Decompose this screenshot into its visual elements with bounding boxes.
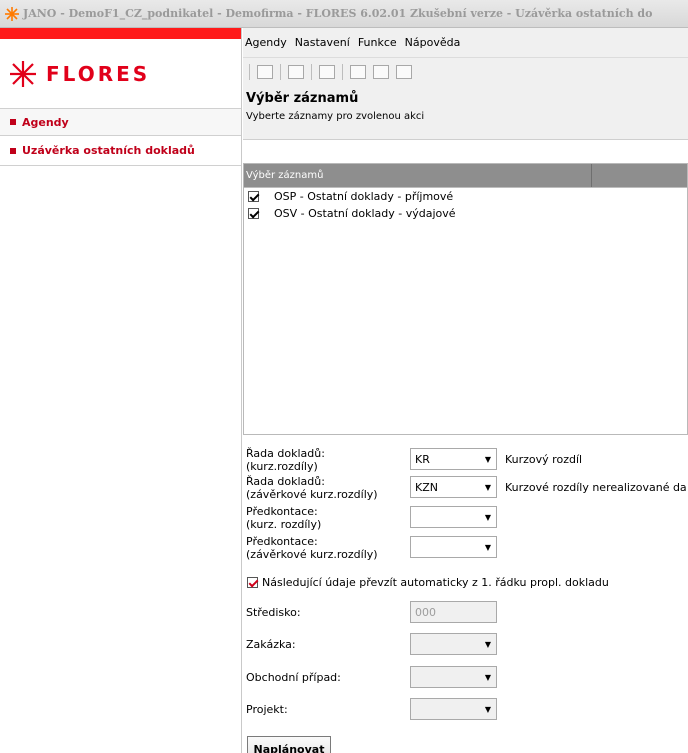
list-item[interactable]: OSV - Ostatní doklady - výdajové — [244, 205, 687, 222]
page-header: Výběr záznamů Vyberte záznamy pro zvolen… — [243, 86, 688, 140]
dropdown-arrow-icon[interactable]: ▼ — [480, 507, 496, 527]
label-line: Předkontace: — [246, 505, 318, 518]
label-line: Předkontace: — [246, 535, 318, 548]
logo: FLORES — [0, 39, 241, 109]
auto-fill-row[interactable]: Následující údaje převzít automaticky z … — [247, 576, 609, 589]
menu-agendy[interactable]: Agendy — [245, 36, 287, 49]
label-line: Řada dokladů: — [246, 447, 325, 460]
main-panel: Agendy Nastavení Funkce Nápověda Výběr z… — [243, 28, 688, 753]
close-icon[interactable] — [288, 65, 304, 79]
auto-fill-checkbox[interactable] — [247, 577, 258, 588]
predk-kurz-label: Předkontace: (kurz. rozdíly) — [246, 505, 321, 531]
dropdown-arrow-icon[interactable]: ▼ — [480, 699, 496, 719]
list-icon[interactable] — [319, 65, 335, 79]
row-checkbox[interactable] — [248, 208, 259, 219]
rada-zav-label: Řada dokladů: (závěrkové kurz.rozdíly) — [246, 475, 378, 501]
combo-value: KZN — [415, 480, 438, 494]
toolbar-separator — [249, 64, 250, 80]
page-title: Výběr záznamů — [246, 91, 359, 106]
label-line: (kurz.rozdíly) — [246, 460, 318, 473]
list-item-label: OSV - Ostatní doklady - výdajové — [274, 207, 456, 220]
predk-kurz-select[interactable]: ▼ — [410, 506, 497, 528]
rada-kurz-select[interactable]: KR ▼ — [410, 448, 497, 470]
list-item-label: OSP - Ostatní doklady - příjmové — [274, 190, 454, 203]
stredisko-label: Středisko: — [246, 606, 301, 619]
obchodni-select[interactable]: ▼ — [410, 666, 497, 688]
label-line: Řada dokladů: — [246, 475, 325, 488]
rada-kurz-label: Řada dokladů: (kurz.rozdíly) — [246, 447, 325, 473]
dropdown-arrow-icon[interactable] — [480, 602, 496, 622]
predk-zav-select[interactable]: ▼ — [410, 536, 497, 558]
window-title: JANO - DemoF1_CZ_podnikatel - Demofirma … — [23, 7, 653, 20]
menu-funkce[interactable]: Funkce — [358, 36, 397, 49]
projekt-select[interactable]: ▼ — [410, 698, 497, 720]
info-icon[interactable] — [396, 65, 412, 79]
page-subtitle: Vyberte záznamy pro zvolenou akci — [246, 111, 425, 122]
toolbar — [243, 58, 688, 86]
auto-fill-label: Následující údaje převzít automaticky z … — [262, 576, 609, 589]
projekt-label: Projekt: — [246, 703, 288, 716]
dropdown-arrow-icon[interactable]: ▼ — [480, 537, 496, 557]
record-list: Výběr záznamů OSP - Ostatní doklady - př… — [243, 163, 688, 435]
open-icon[interactable] — [257, 65, 273, 79]
plan-button[interactable]: Naplánovat — [247, 736, 331, 753]
bullet-icon — [10, 147, 16, 154]
sidebar-item-agendy[interactable]: Agendy — [0, 109, 241, 136]
row-checkbox[interactable] — [248, 191, 259, 202]
combo-value: KR — [415, 452, 430, 466]
list-item[interactable]: OSP - Ostatní doklady - příjmové — [244, 188, 687, 205]
sidebar-accent-bar — [0, 28, 241, 39]
flores-logo-icon — [10, 60, 36, 87]
menu-napoveda[interactable]: Nápověda — [405, 36, 461, 49]
bullet-icon — [10, 119, 16, 125]
combo-value: 000 — [415, 605, 436, 619]
sidebar: FLORES Agendy Uzávěrka ostatních dokladů — [0, 28, 242, 753]
dropdown-arrow-icon[interactable]: ▼ — [480, 667, 496, 687]
menu-bar: Agendy Nastavení Funkce Nápověda — [243, 28, 688, 58]
sidebar-item-label: Uzávěrka ostatních dokladů — [22, 144, 195, 157]
label-line: (závěrkové kurz.rozdíly) — [246, 488, 378, 501]
label-line: (závěrkové kurz.rozdíly) — [246, 548, 378, 561]
zakazka-select[interactable]: ▼ — [410, 633, 497, 655]
comment-icon[interactable] — [373, 65, 389, 79]
column-header-empty[interactable] — [592, 164, 687, 187]
flores-app-icon — [4, 6, 20, 22]
obchodni-label: Obchodní případ: — [246, 671, 341, 684]
column-header[interactable]: Výběr záznamů — [244, 164, 592, 187]
list-header: Výběr záznamů — [244, 164, 687, 188]
dropdown-arrow-icon[interactable]: ▼ — [480, 634, 496, 654]
rada-zav-select[interactable]: KZN ▼ — [410, 476, 497, 498]
logo-wordmark: FLORES — [46, 61, 151, 86]
toolbar-separator — [280, 64, 281, 80]
toolbar-separator — [342, 64, 343, 80]
window-titlebar: JANO - DemoF1_CZ_podnikatel - Demofirma … — [0, 0, 688, 28]
sidebar-item-uzaverka[interactable]: Uzávěrka ostatních dokladů — [0, 136, 241, 166]
sidebar-item-label: Agendy — [22, 115, 69, 129]
toolbar-separator — [311, 64, 312, 80]
menu-nastaveni[interactable]: Nastavení — [295, 36, 350, 49]
help-icon[interactable] — [350, 65, 366, 79]
dropdown-arrow-icon[interactable]: ▼ — [480, 477, 496, 497]
rada-zav-desc: Kurzové rozdíly nerealizované da — [505, 481, 687, 494]
stredisko-select[interactable]: 000 — [410, 601, 497, 623]
dropdown-arrow-icon[interactable]: ▼ — [480, 449, 496, 469]
predk-zav-label: Předkontace: (závěrkové kurz.rozdíly) — [246, 535, 378, 561]
zakazka-label: Zakázka: — [246, 638, 296, 651]
label-line: (kurz. rozdíly) — [246, 518, 322, 531]
rada-kurz-desc: Kurzový rozdíl — [505, 453, 583, 466]
